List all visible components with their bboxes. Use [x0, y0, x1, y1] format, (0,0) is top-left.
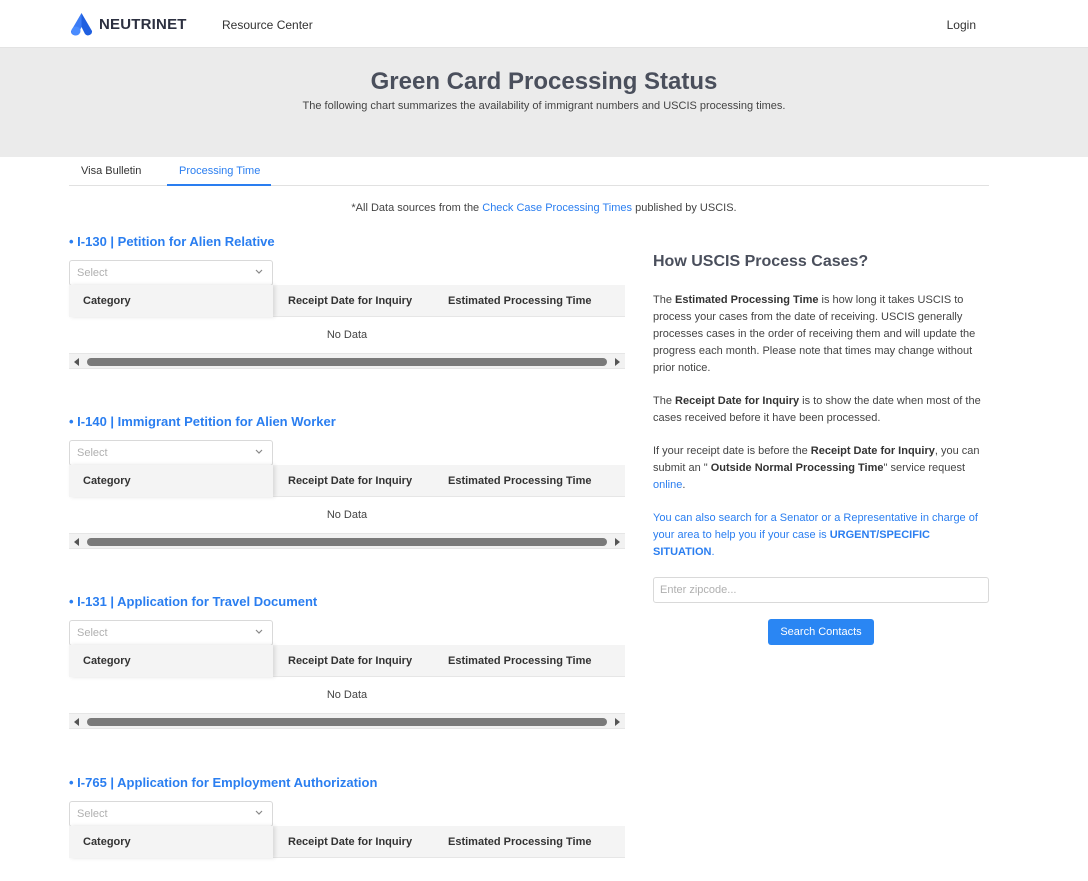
page-subtitle: The following chart summarizes the avail… [302, 100, 786, 112]
p4-text-end: . [711, 546, 715, 558]
p3-bold: Receipt Date for Inquiry [810, 445, 935, 457]
section-title: • I-131 | Application for Travel Documen… [69, 594, 318, 609]
top-navbar: NEUTRINET Resource Center Login [0, 0, 1088, 48]
p3-text-3: " service request [883, 462, 966, 474]
brand-name: NEUTRINET [99, 15, 187, 33]
empty-state: No Data [69, 677, 625, 714]
p1-text-rest: is how long it takes USCIS to process yo… [653, 294, 976, 374]
category-select[interactable]: Select [69, 801, 273, 827]
column-header-category: Category [83, 655, 131, 667]
chevron-down-icon [255, 269, 263, 274]
table-header: Category Receipt Date for Inquiry Estima… [69, 465, 625, 497]
tab-processing-time[interactable]: Processing Time [179, 165, 260, 177]
column-header-receipt-date: Receipt Date for Inquiry [288, 836, 413, 848]
p1-bold: Estimated Processing Time [675, 294, 819, 306]
section-i131: • I-131 | Application for Travel Documen… [69, 594, 625, 734]
horizontal-scrollbar[interactable] [69, 534, 625, 549]
source-note-prefix: *All Data sources from the [351, 202, 483, 214]
table-header: Category Receipt Date for Inquiry Estima… [69, 826, 625, 858]
column-header-category: Category [83, 295, 131, 307]
select-placeholder: Select [77, 808, 108, 820]
column-header-receipt-date: Receipt Date for Inquiry [288, 655, 413, 667]
section-i140: • I-140 | Immigrant Petition for Alien W… [69, 414, 625, 554]
uscis-info-panel: How USCIS Process Cases? The Estimated P… [653, 252, 989, 577]
scrollbar-thumb[interactable] [87, 358, 607, 366]
p2-text: The [653, 395, 676, 407]
empty-state: No Data [69, 317, 625, 354]
section-title: • I-765 | Application for Employment Aut… [69, 775, 378, 790]
scroll-right-icon[interactable] [615, 358, 620, 366]
category-select[interactable]: Select [69, 260, 273, 286]
section-title: • I-140 | Immigrant Petition for Alien W… [69, 414, 336, 429]
p1-text: The [653, 294, 676, 306]
tab-bar: Visa Bulletin Processing Time [69, 157, 989, 186]
horizontal-scrollbar[interactable] [69, 354, 625, 369]
empty-state: No Data [69, 497, 625, 534]
p3-text: If your receipt date is before the [653, 445, 811, 457]
table-header: Category Receipt Date for Inquiry Estima… [69, 285, 625, 317]
select-placeholder: Select [77, 447, 108, 459]
column-header-estimated-time: Estimated Processing Time [448, 295, 592, 307]
table-header: Category Receipt Date for Inquiry Estima… [69, 645, 625, 677]
select-placeholder: Select [77, 627, 108, 639]
page-title: Green Card Processing Status [370, 68, 718, 95]
zipcode-input[interactable] [653, 577, 989, 603]
scroll-left-icon[interactable] [74, 358, 79, 366]
check-case-processing-link[interactable]: Check Case Processing Times [482, 202, 632, 214]
neutrinet-logo-icon [70, 13, 93, 36]
nav-login[interactable]: Login [947, 18, 976, 32]
column-header-estimated-time: Estimated Processing Time [448, 475, 592, 487]
panel-paragraph-outside-normal: If your receipt date is before the Recei… [653, 443, 989, 494]
scrollbar-thumb[interactable] [87, 718, 607, 726]
scroll-right-icon[interactable] [615, 718, 620, 726]
search-contacts-button[interactable]: Search Contacts [768, 619, 874, 645]
active-tab-indicator [167, 184, 271, 186]
data-source-note: *All Data sources from the Check Case Pr… [0, 202, 1088, 214]
hero-banner: Green Card Processing Status The followi… [0, 48, 1088, 157]
section-i765: • I-765 | Application for Employment Aut… [69, 775, 625, 881]
horizontal-scrollbar[interactable] [69, 714, 625, 729]
chevron-down-icon [255, 629, 263, 634]
p3-bold-2: Outside Normal Processing Time [710, 462, 884, 474]
chevron-down-icon [255, 810, 263, 815]
scroll-right-icon[interactable] [615, 538, 620, 546]
category-select[interactable]: Select [69, 440, 273, 466]
panel-paragraph-estimated: The Estimated Processing Time is how lon… [653, 292, 989, 377]
column-header-receipt-date: Receipt Date for Inquiry [288, 295, 413, 307]
column-header-receipt-date: Receipt Date for Inquiry [288, 475, 413, 487]
tab-visa-bulletin[interactable]: Visa Bulletin [81, 165, 141, 177]
select-placeholder: Select [77, 267, 108, 279]
column-header-category: Category [83, 475, 131, 487]
chevron-down-icon [255, 449, 263, 454]
panel-title: How USCIS Process Cases? [653, 253, 869, 270]
source-note-suffix: published by USCIS. [632, 202, 737, 214]
p3-text-end: . [682, 479, 686, 491]
nav-resource-center[interactable]: Resource Center [222, 18, 313, 32]
p2-bold: Receipt Date for Inquiry [675, 395, 800, 407]
scroll-left-icon[interactable] [74, 538, 79, 546]
panel-paragraph-senator: You can also search for a Senator or a R… [653, 510, 989, 561]
scroll-left-icon[interactable] [74, 718, 79, 726]
section-title: • I-130 | Petition for Alien Relative [69, 234, 275, 249]
section-i130: • I-130 | Petition for Alien Relative Se… [69, 234, 625, 374]
panel-paragraph-receipt: The Receipt Date for Inquiry is to show … [653, 393, 989, 427]
scrollbar-thumb[interactable] [87, 538, 607, 546]
column-header-estimated-time: Estimated Processing Time [448, 836, 592, 848]
column-header-estimated-time: Estimated Processing Time [448, 655, 592, 667]
brand-logo[interactable]: NEUTRINET [68, 12, 187, 36]
category-select[interactable]: Select [69, 620, 273, 646]
online-link[interactable]: online [653, 479, 682, 491]
column-header-category: Category [83, 836, 131, 848]
